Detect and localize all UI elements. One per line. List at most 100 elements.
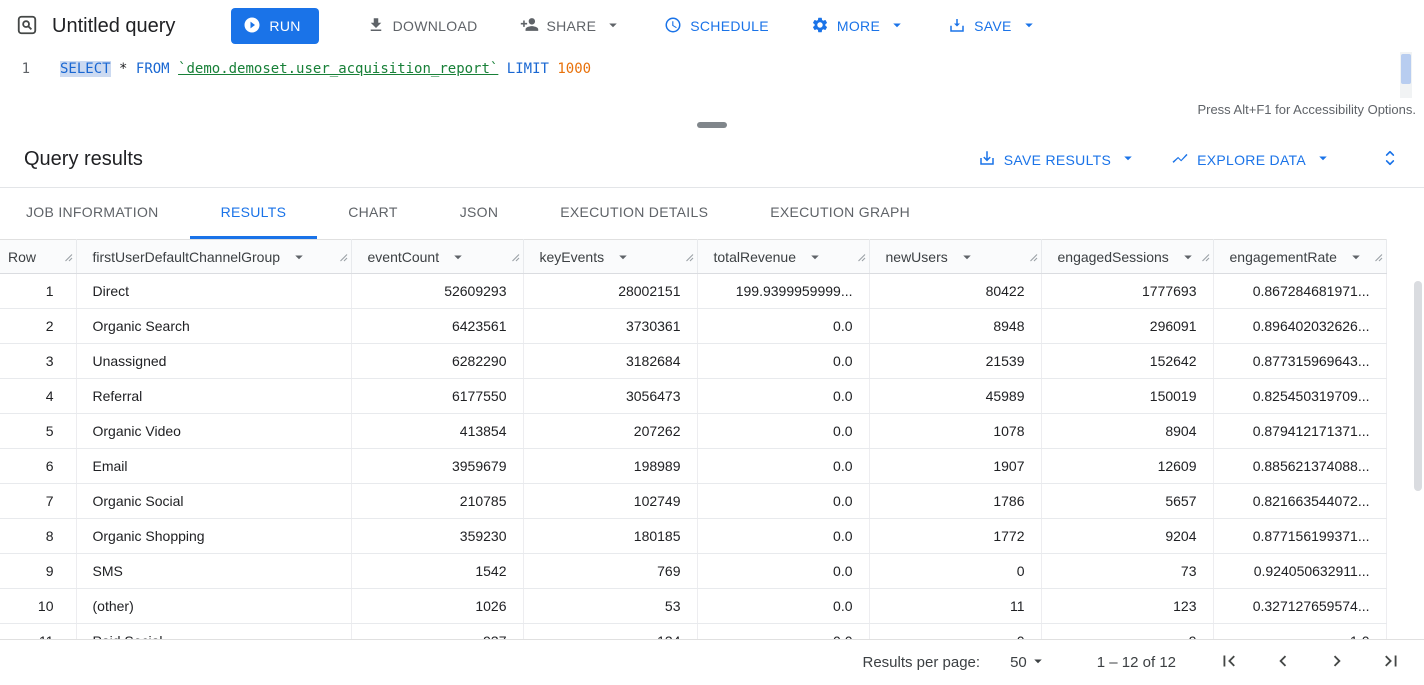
table-cell: 1907 [869, 449, 1041, 484]
column-label: Row [8, 249, 36, 265]
table-cell: 53 [523, 589, 697, 624]
table-row: 4Referral617755030564730.0459891500190.8… [0, 379, 1386, 414]
table-cell: 3730361 [523, 309, 697, 344]
row-number-cell: 11 [0, 624, 76, 640]
query-title: Untitled query [52, 15, 175, 38]
column-header-engagedsessions[interactable]: engagedSessions [1041, 240, 1213, 274]
column-resize-handle-icon[interactable] [684, 252, 694, 262]
run-button[interactable]: RUN [231, 8, 318, 44]
table-cell: 0.896402032626... [1213, 309, 1386, 344]
panel-divider [0, 120, 1424, 132]
column-label: engagedSessions [1058, 249, 1169, 265]
results-title: Query results [24, 148, 143, 171]
tab-chart[interactable]: CHART [317, 188, 428, 239]
table-cell: 123 [1041, 589, 1213, 624]
page-size-dropdown[interactable]: 50 [1010, 652, 1047, 674]
column-header-totalrevenue[interactable]: totalRevenue [697, 240, 869, 274]
sort-caret-icon[interactable] [806, 248, 824, 266]
table-cell: Organic Video [76, 414, 351, 449]
table-cell: 9204 [1041, 519, 1213, 554]
more-button[interactable]: MORE [803, 8, 914, 44]
save-button[interactable]: SAVE [940, 8, 1046, 44]
column-resize-handle-icon[interactable] [856, 252, 866, 262]
table-cell: Referral [76, 379, 351, 414]
first-page-button[interactable] [1218, 650, 1240, 675]
table-cell: 11 [869, 589, 1041, 624]
table-row: 7Organic Social2107851027490.0178656570.… [0, 484, 1386, 519]
results-tabs: JOB INFORMATIONRESULTSCHARTJSONEXECUTION… [0, 188, 1424, 239]
table-scrollbar-thumb[interactable] [1414, 281, 1422, 491]
table-cell: 3056473 [523, 379, 697, 414]
sort-caret-icon[interactable] [958, 248, 976, 266]
table-cell: 0.825450319709... [1213, 379, 1386, 414]
query-toolbar: Untitled query RUN DOWNLOAD SHARE SCHEDU… [0, 0, 1424, 52]
sort-caret-icon[interactable] [1179, 248, 1197, 266]
column-resize-handle-icon[interactable] [63, 252, 73, 262]
run-button-label: RUN [269, 18, 300, 34]
previous-page-button[interactable] [1272, 650, 1294, 675]
column-header-keyevents[interactable]: keyEvents [523, 240, 697, 274]
editor-scrollbar-thumb[interactable] [1401, 54, 1411, 84]
column-resize-handle-icon[interactable] [338, 252, 348, 262]
table-cell: Direct [76, 274, 351, 309]
column-header-eventcount[interactable]: eventCount [351, 240, 523, 274]
sql-query-text[interactable]: SELECT * FROM `demo.demoset.user_acquisi… [46, 59, 591, 79]
sort-caret-icon[interactable] [614, 248, 632, 266]
table-cell: 5657 [1041, 484, 1213, 519]
table-cell: 0.0 [697, 309, 869, 344]
table-header-row: Row firstUserDefaultChannelGroupeventCoun… [0, 240, 1386, 274]
explore-data-button[interactable]: EXPLORE DATA [1171, 149, 1332, 170]
last-page-button[interactable] [1380, 650, 1402, 675]
column-resize-handle-icon[interactable] [1200, 252, 1210, 262]
chevron-left-icon [1272, 650, 1294, 675]
row-number-cell: 4 [0, 379, 76, 414]
column-label: totalRevenue [714, 249, 797, 265]
table-cell: Paid Social [76, 624, 351, 640]
column-label: keyEvents [540, 249, 605, 265]
sql-editor[interactable]: 1 SELECT * FROM `demo.demoset.user_acqui… [0, 52, 1424, 98]
column-label: engagementRate [1230, 249, 1337, 265]
expand-results-button[interactable] [1380, 148, 1400, 171]
save-results-button[interactable]: SAVE RESULTS [978, 149, 1137, 170]
sort-caret-icon[interactable] [1347, 248, 1365, 266]
caret-down-icon [1020, 16, 1038, 37]
tab-results[interactable]: RESULTS [190, 188, 318, 239]
tab-job-information[interactable]: JOB INFORMATION [24, 188, 190, 239]
column-header-engagementrate[interactable]: engagementRate [1213, 240, 1386, 274]
tab-execution-graph[interactable]: EXECUTION GRAPH [739, 188, 941, 239]
tab-execution-details[interactable]: EXECUTION DETAILS [529, 188, 739, 239]
sql-table-reference[interactable]: `demo.demoset.user_acquisition_report` [178, 61, 498, 77]
row-number-cell: 5 [0, 414, 76, 449]
share-button[interactable]: SHARE [512, 8, 631, 44]
table-cell: 210785 [351, 484, 523, 519]
sort-caret-icon[interactable] [449, 248, 467, 266]
column-header-newusers[interactable]: newUsers [869, 240, 1041, 274]
table-cell: 180185 [523, 519, 697, 554]
column-header-firstuserdefaultchannelgroup[interactable]: firstUserDefaultChannelGroup [76, 240, 351, 274]
table-cell: 0.0 [697, 344, 869, 379]
download-button[interactable]: DOWNLOAD [359, 8, 486, 44]
row-number-cell: 2 [0, 309, 76, 344]
column-resize-handle-icon[interactable] [1373, 252, 1383, 262]
table-body: 1Direct5260929328002151199.9399959999...… [0, 274, 1386, 640]
schedule-button[interactable]: SCHEDULE [656, 8, 777, 44]
table-cell: 12609 [1041, 449, 1213, 484]
table-cell: 3959679 [351, 449, 523, 484]
panel-resize-handle[interactable] [697, 122, 727, 128]
download-button-label: DOWNLOAD [393, 18, 478, 34]
table-row: 2Organic Search642356137303610.089482960… [0, 309, 1386, 344]
column-resize-handle-icon[interactable] [510, 252, 520, 262]
table-cell: 199.9399959999... [697, 274, 869, 309]
next-page-button[interactable] [1326, 650, 1348, 675]
last-page-icon [1380, 650, 1402, 675]
sql-keyword-limit: LIMIT [507, 61, 549, 77]
table-cell: 937 [351, 624, 523, 640]
table-row: 5Organic Video4138542072620.0107889040.8… [0, 414, 1386, 449]
table-cell: 0.877156199371... [1213, 519, 1386, 554]
table-row: 10(other)1026530.0111230.327127659574... [0, 589, 1386, 624]
table-cell: Email [76, 449, 351, 484]
sort-caret-icon[interactable] [290, 248, 308, 266]
column-resize-handle-icon[interactable] [1028, 252, 1038, 262]
tab-json[interactable]: JSON [429, 188, 530, 239]
table-cell: 21539 [869, 344, 1041, 379]
